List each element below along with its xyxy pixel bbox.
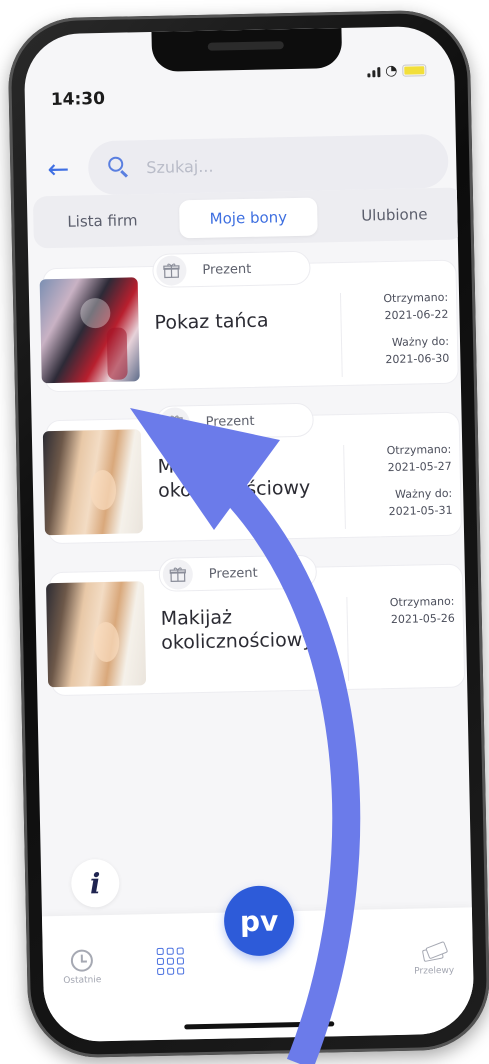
valid-date: 2021-06-30 — [385, 351, 450, 367]
received-label: Otrzymano: — [383, 290, 449, 306]
received-date: 2021-06-22 — [384, 307, 449, 323]
phone-frame: 14:30 ◔ ← Lista firm Moje bony Ulubione … — [7, 9, 489, 1059]
battery-icon — [402, 64, 427, 77]
clock-icon — [70, 949, 94, 972]
voucher-image — [39, 277, 140, 384]
tab-moje-bony[interactable]: Moje bony — [178, 197, 318, 239]
status-icons: ◔ — [367, 62, 427, 80]
tab-bar: Lista firm Moje bony Ulubione — [32, 187, 464, 249]
voucher-dates: Otrzymano: 2021-05-26 — [390, 593, 455, 628]
nav-recent-label: Ostatnie — [63, 975, 102, 986]
gift-icon — [162, 559, 194, 590]
gift-icon — [159, 407, 190, 438]
gift-badge: Prezent — [155, 402, 314, 440]
badge-label: Prezent — [208, 565, 258, 582]
received-date: 2021-05-27 — [387, 459, 452, 475]
app-screen: 14:30 ◔ ← Lista firm Moje bony Ulubione … — [23, 25, 475, 1043]
search-input[interactable] — [144, 150, 425, 178]
badge-label: Prezent — [205, 413, 255, 430]
voucher-title: Makijaż okolicznościowy — [157, 454, 311, 502]
voucher-title: Pokaz tańca — [154, 309, 269, 334]
nav-recent[interactable]: Ostatnie — [47, 949, 118, 986]
card-divider — [346, 596, 350, 681]
wifi-icon: ◔ — [384, 62, 398, 80]
bottom-nav: Ostatnie pv Przelewy — [41, 885, 475, 1043]
home-indicator — [184, 1021, 335, 1030]
gift-badge: Prezent — [152, 250, 311, 288]
signal-icon — [367, 65, 381, 78]
search-bar[interactable] — [87, 133, 449, 196]
gift-icon — [156, 255, 187, 286]
voucher-image — [42, 429, 143, 536]
card-divider — [343, 444, 346, 529]
search-icon — [108, 156, 130, 178]
received-label: Otrzymano: — [386, 442, 452, 458]
card-divider — [339, 293, 343, 378]
tab-lista-firm[interactable]: Lista firm — [33, 201, 172, 242]
voucher-dates: Otrzymano: 2021-06-22 Ważny do: 2021-06-… — [383, 289, 449, 368]
info-icon[interactable]: i — [70, 858, 120, 908]
received-date: 2021-05-26 — [390, 611, 455, 627]
status-time: 14:30 — [50, 88, 106, 111]
voucher-dates: Otrzymano: 2021-05-27 Ważny do: 2021-05-… — [386, 441, 452, 520]
back-arrow-icon[interactable]: ← — [40, 152, 77, 189]
pv-logo-button[interactable]: pv — [223, 885, 295, 957]
nav-vouchers[interactable] — [135, 947, 206, 976]
notch — [151, 27, 343, 72]
received-label: Otrzymano: — [389, 594, 455, 610]
voucher-title: Makijaż okolicznościowy — [160, 606, 314, 654]
grid-icon — [156, 947, 184, 976]
tab-ulubione[interactable]: Ulubione — [325, 194, 464, 235]
valid-label: Ważny do: — [391, 334, 450, 349]
money-icon — [421, 940, 449, 963]
badge-label: Prezent — [202, 261, 252, 278]
nav-transfers-label: Przelewy — [414, 965, 455, 977]
valid-date: 2021-05-31 — [388, 503, 453, 519]
voucher-image — [45, 581, 147, 688]
nav-transfers[interactable]: Przelewy — [399, 940, 470, 977]
valid-label: Ważny do: — [394, 486, 453, 501]
gift-badge: Prezent — [158, 554, 318, 592]
speaker — [207, 41, 284, 51]
